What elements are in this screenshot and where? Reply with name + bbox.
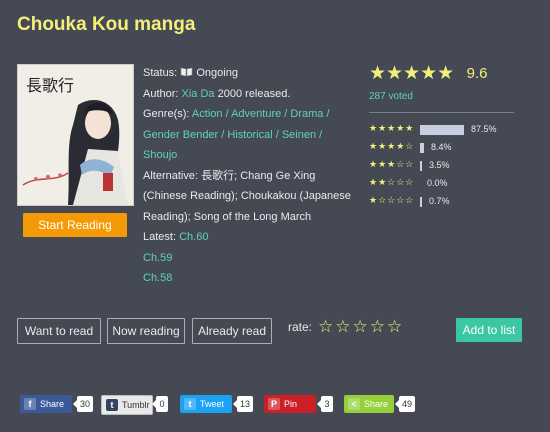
rate-star-icon[interactable]: ☆ [370, 317, 387, 336]
twitter-icon: t [184, 398, 196, 410]
rate-star-icon[interactable]: ☆ [318, 317, 335, 336]
rating-score: 9.6 [466, 65, 488, 82]
rating-row: ★★☆☆☆ 0.0% [369, 175, 514, 191]
facebook-share-button[interactable]: f Share [20, 395, 72, 413]
rating-row-stars-icon: ★★☆☆☆ [369, 177, 415, 187]
share-count: 49 [395, 396, 415, 412]
share-count: 3 [317, 396, 333, 412]
cover-title-glyph-1: 長歌行 [26, 76, 74, 95]
genre-link-action[interactable]: Action [192, 108, 223, 120]
share-label: Tumblr [122, 400, 150, 410]
rate-label: rate: [288, 320, 313, 334]
cover-image[interactable]: 長歌行 [17, 64, 134, 206]
author-link[interactable]: Xia Da [182, 88, 215, 100]
rating-row: ★☆☆☆☆ 0.7% [369, 193, 514, 209]
genre-link-historical[interactable]: Historical [227, 129, 272, 141]
tumblr-icon: t [106, 399, 118, 411]
rate-stars-input[interactable]: ☆☆☆☆☆ [318, 317, 404, 337]
share-label: Pin [284, 399, 298, 409]
chapter-link[interactable]: Ch.58 [143, 268, 357, 289]
twitter-share-button[interactable]: t Tweet [180, 395, 232, 413]
latest-row: Latest: Ch.60 Ch.59 Ch.58 [143, 227, 357, 289]
status-value: Ongoing [196, 67, 238, 79]
genres-row: Genre(s): Action / Adventure / Drama / G… [143, 108, 330, 161]
sharethis-icon: < [348, 398, 360, 410]
rating-row: ★★★★★ 87.5% [369, 121, 514, 137]
want-to-read-button[interactable]: Want to read [17, 318, 101, 344]
genre-link-gender-bender[interactable]: Gender Bender [143, 129, 218, 141]
page-title: Chouka Kou manga [17, 14, 196, 35]
rating-row-percent: 8.4% [431, 142, 452, 152]
genre-link-shoujo[interactable]: Shoujo [143, 149, 177, 161]
now-reading-button[interactable]: Now reading [107, 318, 185, 344]
tumblr-share-button[interactable]: t Tumblr [101, 395, 153, 415]
rating-row-percent: 87.5% [471, 124, 497, 134]
rating-row-stars-icon: ★★★☆☆ [369, 159, 415, 169]
rating-stars-icon: ★★★★★ [369, 63, 455, 84]
manga-info: Status: Ongoing Author: Xia Da 2000 rele… [143, 63, 357, 289]
book-icon [180, 64, 193, 77]
share-count: 13 [233, 396, 253, 412]
rating-row: ★★★☆☆ 3.5% [369, 157, 514, 173]
author-suffix: 2000 released. [217, 87, 291, 100]
alternative-label: Alternative: [143, 169, 199, 182]
status-label: Status: [143, 67, 178, 79]
rating-row-bar [420, 161, 422, 171]
sharethis-share-button[interactable]: < Share [344, 395, 394, 413]
pinterest-share-button[interactable]: P Pin [264, 395, 316, 413]
rate-star-icon[interactable]: ☆ [387, 317, 404, 336]
share-label: Share [364, 399, 389, 409]
rating-panel: ★★★★★ 9.6 287 voted ★★★★★ 87.5% ★★★★☆ 8.4% ★… [369, 62, 514, 211]
share-label: Share [40, 399, 65, 409]
rating-row-bar [420, 143, 424, 153]
author-row: Author: Xia Da 2000 released. [143, 84, 357, 105]
start-reading-button[interactable]: Start Reading [23, 213, 127, 237]
vote-count: 287 voted [369, 91, 413, 102]
share-count: 30 [73, 396, 93, 412]
rating-distribution: ★★★★★ 87.5% ★★★★☆ 8.4% ★★★☆☆ 3.5% ★★☆☆☆ 0.0% ★☆☆… [369, 121, 514, 209]
rating-row-bar [420, 197, 422, 207]
share-count: 0 [152, 396, 168, 412]
genres-label: Genre(s): [143, 108, 190, 120]
already-read-button[interactable]: Already read [192, 318, 272, 344]
chapter-link[interactable]: Ch.59 [143, 248, 357, 269]
rating-row-stars-icon: ★★★★☆ [369, 141, 415, 151]
genre-link-adventure[interactable]: Adventure [231, 108, 281, 120]
rating-row: ★★★★☆ 8.4% [369, 139, 514, 155]
chapter-link[interactable]: Ch.60 [179, 231, 208, 243]
genre-link-seinen[interactable]: Seinen [282, 129, 316, 141]
share-label: Tweet [200, 399, 225, 409]
rating-row-percent: 0.7% [429, 196, 450, 206]
rating-divider [369, 112, 514, 113]
rating-row-percent: 0.0% [427, 178, 448, 188]
rate-star-icon[interactable]: ☆ [353, 317, 370, 336]
latest-label: Latest: [143, 231, 177, 243]
rating-row-percent: 3.5% [429, 160, 450, 170]
alternative-row: Alternative: 長歌行; Chang Ge Xing (Chinese… [143, 166, 357, 228]
facebook-icon: f [24, 398, 36, 410]
genre-link-drama[interactable]: Drama [290, 108, 323, 120]
rating-row-stars-icon: ★★★★★ [369, 123, 415, 133]
rate-star-icon[interactable]: ☆ [335, 317, 352, 336]
status-row: Status: Ongoing [143, 63, 357, 84]
rating-row-stars-icon: ★☆☆☆☆ [369, 195, 415, 205]
rating-row-bar [420, 125, 464, 135]
author-label: Author: [143, 87, 179, 100]
pinterest-icon: P [268, 398, 280, 410]
add-to-list-button[interactable]: Add to list [456, 318, 522, 342]
